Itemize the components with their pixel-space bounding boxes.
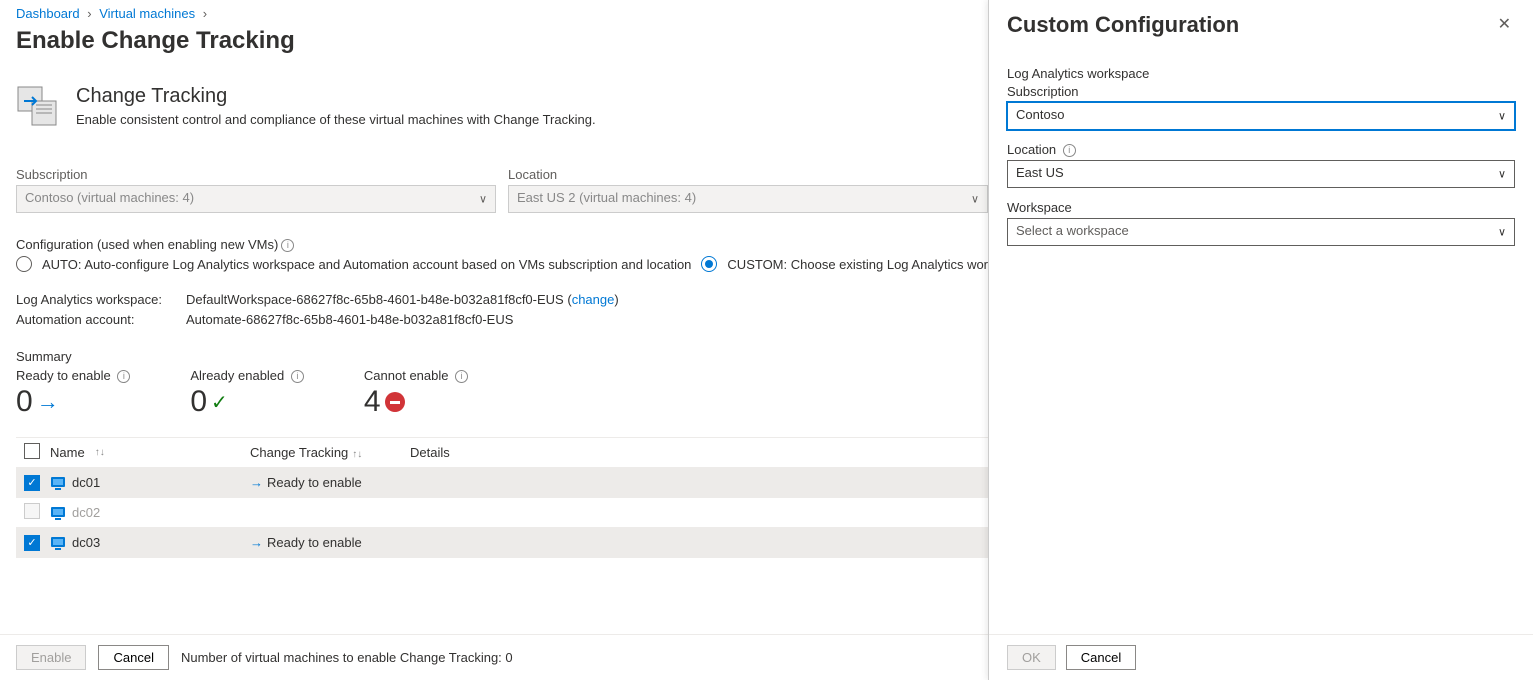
footer-count-text: Number of virtual machines to enable Cha… — [181, 650, 513, 665]
summary-ready-value: 0→ — [16, 385, 130, 419]
breadcrumb-vms[interactable]: Virtual machines — [99, 6, 195, 21]
checkbox-row[interactable] — [24, 503, 40, 519]
col-header-details[interactable]: Details — [410, 445, 450, 460]
automation-value: Automate-68627f8c-65b8-4601-b48e-b032a81… — [186, 310, 513, 330]
radio-auto-label: AUTO: Auto-configure Log Analytics works… — [42, 257, 691, 272]
info-icon[interactable]: i — [291, 370, 304, 383]
law-label: Log Analytics workspace: — [16, 290, 186, 310]
vm-name: dc02 — [72, 505, 100, 520]
checkbox-select-all[interactable] — [24, 443, 40, 459]
info-icon[interactable]: i — [1063, 144, 1076, 157]
summary-already-label: Already enabled i — [190, 368, 304, 383]
panel-title: Custom Configuration — [1007, 12, 1239, 38]
breadcrumb-sep: › — [203, 6, 207, 21]
sort-icon[interactable]: ↑↓ — [352, 449, 362, 460]
col-header-ct[interactable]: Change Tracking — [250, 445, 348, 460]
chevron-down-icon: ∨ — [1498, 226, 1506, 239]
subscription-select[interactable]: Contoso (virtual machines: 4) ∨ — [16, 185, 496, 213]
panel-location-value: East US — [1016, 165, 1064, 180]
panel-workspace-label: Workspace — [1007, 200, 1515, 215]
panel-subscription-value: Contoso — [1016, 107, 1064, 122]
location-value: East US 2 (virtual machines: 4) — [517, 190, 696, 205]
arrow-right-icon: → — [37, 389, 59, 415]
close-icon[interactable]: ✕ — [1494, 12, 1515, 36]
radio-custom[interactable] — [701, 256, 717, 272]
panel-workspace-placeholder: Select a workspace — [1016, 223, 1129, 238]
law-value: DefaultWorkspace-68627f8c-65b8-4601-b48e… — [186, 290, 619, 310]
check-icon: ✓ — [211, 390, 228, 415]
chevron-down-icon: ∨ — [479, 193, 487, 206]
chevron-down-icon: ∨ — [971, 193, 979, 206]
law-change-link[interactable]: change — [572, 292, 615, 307]
enable-button[interactable]: Enable — [16, 645, 86, 670]
location-select[interactable]: East US 2 (virtual machines: 4) ∨ — [508, 185, 988, 213]
sort-icon[interactable]: ↑↓ — [95, 447, 105, 458]
vm-icon — [50, 505, 66, 521]
subscription-value: Contoso (virtual machines: 4) — [25, 190, 194, 205]
summary-ready-label: Ready to enable i — [16, 368, 130, 383]
arrow-right-icon: → — [250, 475, 263, 490]
panel-law-section: Log Analytics workspace — [1007, 66, 1515, 81]
panel-location-select[interactable]: East US ∨ — [1007, 160, 1515, 188]
arrow-right-icon: → — [250, 535, 263, 550]
automation-label: Automation account: — [16, 310, 186, 330]
panel-location-label: Location i — [1007, 142, 1515, 157]
subscription-label: Subscription — [16, 167, 496, 182]
status-ready: → Ready to enable — [250, 535, 410, 550]
col-header-name[interactable]: Name — [50, 445, 85, 460]
info-icon[interactable]: i — [117, 370, 130, 383]
checkbox-row[interactable]: ✓ — [24, 535, 40, 551]
vm-name: dc01 — [72, 475, 100, 490]
cancel-button[interactable]: Cancel — [98, 645, 168, 670]
panel-workspace-select[interactable]: Select a workspace ∨ — [1007, 218, 1515, 246]
vm-name: dc03 — [72, 535, 100, 550]
radio-auto[interactable] — [16, 256, 32, 272]
breadcrumb-sep: › — [87, 6, 91, 21]
summary-cannot-value: 4 — [364, 385, 468, 419]
summary-cannot-label: Cannot enable i — [364, 368, 468, 383]
stop-icon — [385, 392, 405, 412]
panel-subscription-select[interactable]: Contoso ∨ — [1007, 102, 1515, 130]
info-icon[interactable]: i — [455, 370, 468, 383]
status-ready: → Ready to enable — [250, 475, 410, 490]
info-icon[interactable]: i — [281, 239, 294, 252]
chevron-down-icon: ∨ — [1498, 110, 1506, 123]
chevron-down-icon: ∨ — [1498, 168, 1506, 181]
summary-already-value: 0✓ — [190, 385, 304, 419]
change-tracking-icon — [16, 85, 58, 127]
vm-icon — [50, 475, 66, 491]
breadcrumb-dashboard[interactable]: Dashboard — [16, 6, 80, 21]
panel-subscription-label: Subscription — [1007, 84, 1515, 99]
custom-configuration-panel: Custom Configuration ✕ Log Analytics wor… — [988, 0, 1533, 680]
panel-ok-button[interactable]: OK — [1007, 645, 1056, 670]
checkbox-row[interactable]: ✓ — [24, 475, 40, 491]
location-label: Location — [508, 167, 988, 182]
radio-custom-label: CUSTOM: Choose existing Log Analytics wo… — [727, 257, 1015, 272]
vm-icon — [50, 535, 66, 551]
panel-cancel-button[interactable]: Cancel — [1066, 645, 1136, 670]
feature-title: Change Tracking — [76, 85, 596, 108]
feature-desc: Enable consistent control and compliance… — [76, 112, 596, 127]
